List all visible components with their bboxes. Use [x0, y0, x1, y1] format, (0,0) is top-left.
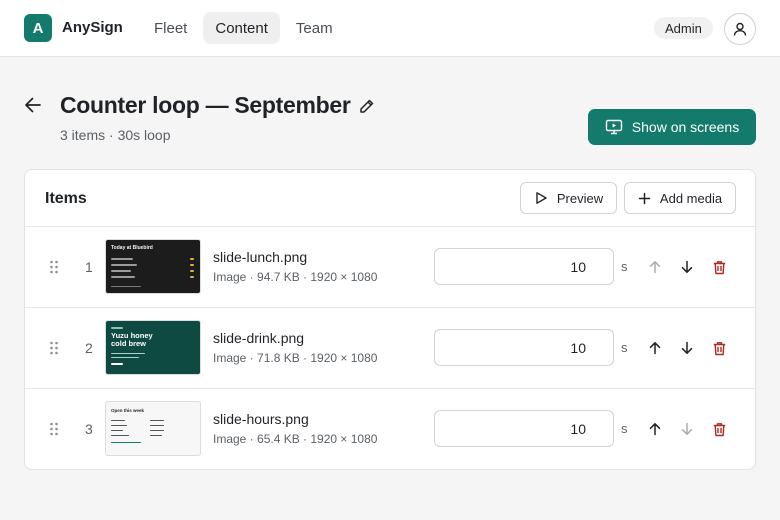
trash-icon [713, 260, 725, 274]
delete-button[interactable] [708, 337, 730, 359]
page-title: Counter loop — September [60, 92, 351, 118]
item-row: 2 Yuzu honey cold brew slide-drink.png I… [25, 308, 755, 389]
items-title: Items [45, 190, 87, 207]
move-up-button[interactable] [644, 256, 666, 278]
main-nav: Fleet Content Team [142, 12, 345, 44]
item-thumbnail: Today at Bluebird [105, 239, 201, 294]
arrow-down-icon [681, 260, 693, 273]
item-filename: slide-hours.png [213, 411, 309, 427]
user-icon [733, 22, 747, 36]
arrow-up-icon [649, 261, 661, 274]
top-bar: A AnySign Fleet Content Team Admin [0, 0, 780, 57]
add-media-button[interactable]: Add media [624, 182, 736, 214]
back-button[interactable] [22, 94, 44, 116]
move-down-button[interactable] [676, 256, 698, 278]
role-badge: Admin [654, 17, 713, 39]
item-meta: Image · 71.8 KB · 1920 × 1080 [213, 351, 378, 365]
add-media-label: Add media [659, 190, 723, 206]
app-name[interactable]: AnySign [62, 19, 123, 36]
item-thumbnail: Open this week [105, 401, 201, 456]
arrow-down-icon [681, 422, 693, 435]
arrow-down-icon [681, 341, 693, 354]
item-row: 1 Today at Bluebird slide-lunch.png Imag… [25, 227, 755, 308]
duration-unit: s [621, 421, 628, 436]
delete-button[interactable] [708, 418, 730, 440]
items-panel: Items Preview Add media 1 Today at Blueb… [24, 169, 756, 470]
arrow-up-icon [649, 423, 661, 436]
monitor-icon [605, 119, 622, 135]
show-on-screens-button[interactable]: Show on screens [588, 109, 756, 145]
arrow-left-icon [25, 97, 41, 113]
preview-button[interactable]: Preview [520, 182, 617, 214]
page-subtitle: 3 items · 30s loop [60, 127, 171, 143]
item-meta: Image · 94.7 KB · 1920 × 1080 [213, 270, 378, 284]
item-thumbnail: Yuzu honey cold brew [105, 320, 201, 375]
item-filename: slide-drink.png [213, 330, 305, 346]
move-down-button[interactable] [676, 418, 698, 440]
duration-unit: s [621, 340, 628, 355]
item-row: 3 Open this week slide-hours.png Image ·… [25, 389, 755, 469]
plus-icon [638, 192, 651, 204]
nav-fleet[interactable]: Fleet [142, 12, 199, 44]
item-index: 3 [85, 421, 93, 437]
duration-input[interactable] [434, 329, 614, 366]
play-icon [536, 192, 547, 204]
drag-handle-icon[interactable] [49, 341, 59, 355]
delete-button[interactable] [708, 256, 730, 278]
move-down-button[interactable] [676, 337, 698, 359]
thumb-heading: Open this week [111, 408, 145, 413]
show-on-screens-label: Show on screens [631, 119, 740, 135]
item-index: 2 [85, 340, 93, 356]
move-up-button[interactable] [644, 418, 666, 440]
duration-input[interactable] [434, 248, 614, 285]
nav-team[interactable]: Team [284, 12, 345, 44]
item-index: 1 [85, 259, 93, 275]
move-up-button[interactable] [644, 337, 666, 359]
drag-handle-icon[interactable] [49, 422, 59, 436]
duration-input[interactable] [434, 410, 614, 447]
thumb-heading: Today at Bluebird [111, 245, 153, 251]
nav-content[interactable]: Content [203, 12, 280, 44]
trash-icon [713, 422, 725, 436]
arrow-up-icon [649, 342, 661, 355]
item-filename: slide-lunch.png [213, 249, 308, 265]
drag-handle-icon[interactable] [49, 260, 59, 274]
duration-unit: s [621, 259, 628, 274]
pencil-icon [359, 99, 373, 113]
edit-title-button[interactable] [356, 96, 376, 116]
trash-icon [713, 341, 725, 355]
item-meta: Image · 65.4 KB · 1920 × 1080 [213, 432, 378, 446]
preview-label: Preview [556, 190, 604, 206]
thumb-heading: Yuzu honey cold brew [111, 331, 153, 348]
items-panel-header: Items Preview Add media [25, 170, 755, 227]
app-logo[interactable]: A [24, 14, 52, 42]
avatar-button[interactable] [724, 13, 756, 45]
